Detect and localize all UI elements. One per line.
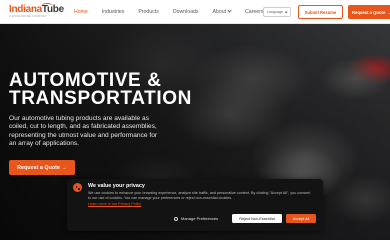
nav-link-about-label: About <box>212 9 227 15</box>
submit-resume-button[interactable]: Submit Resume <box>298 5 343 19</box>
cookie-consent-banner: We value your privacy We use cookies to … <box>67 179 323 231</box>
nav-link-careers[interactable]: Careers <box>245 9 263 15</box>
nav-link-about[interactable]: About <box>212 8 232 15</box>
language-select[interactable]: Language <box>263 7 291 17</box>
cookie-banner-text: We use cookies to enhance your browsing … <box>88 191 311 200</box>
hero-title-line-2: TRANSPORTATION <box>9 88 192 109</box>
reject-non-essential-button[interactable]: Reject Non-Essential <box>232 214 282 223</box>
privacy-policy-link[interactable]: Learn more in our Privacy Policy <box>88 202 141 206</box>
logo-text-indiana: Indiana <box>9 4 42 15</box>
language-select-label: Language <box>267 10 283 14</box>
gear-icon <box>174 216 178 221</box>
logo-wordmark: IndianaTube <box>9 4 67 15</box>
hero-description: Our automotive tubing products are avail… <box>9 115 158 147</box>
indianatube-logo[interactable]: IndianaTube A WORLDWIDE COMPANY <box>9 3 67 20</box>
nav-link-downloads[interactable]: Downloads <box>173 9 199 15</box>
nav-link-products[interactable]: Products <box>138 9 158 15</box>
cookie-banner-title: We value your privacy <box>88 183 145 189</box>
accept-all-button[interactable]: Accept All <box>286 214 316 223</box>
manage-preferences-label: Manage Preferences <box>181 216 219 221</box>
manage-preferences-button[interactable]: Manage Preferences <box>174 216 218 221</box>
main-menu: Home Industries Products Downloads About… <box>74 0 278 24</box>
logo-swoosh-icon <box>41 3 53 9</box>
nav-request-quote-button[interactable]: Request a Quote → <box>348 5 390 19</box>
chevron-down-icon <box>227 8 232 13</box>
chevron-down-icon <box>284 10 288 14</box>
nav-link-home[interactable]: Home <box>74 9 88 15</box>
logo-tagline: A WORLDWIDE COMPANY <box>9 15 48 18</box>
cookie-icon <box>73 183 82 192</box>
nav-link-industries[interactable]: Industries <box>102 9 125 15</box>
top-navbar: IndianaTube A WORLDWIDE COMPANY Home Ind… <box>0 0 390 24</box>
hero-title: AUTOMOTIVE & TRANSPORTATION <box>9 71 192 109</box>
hero-request-quote-button[interactable]: Request a Quote → <box>9 160 75 175</box>
